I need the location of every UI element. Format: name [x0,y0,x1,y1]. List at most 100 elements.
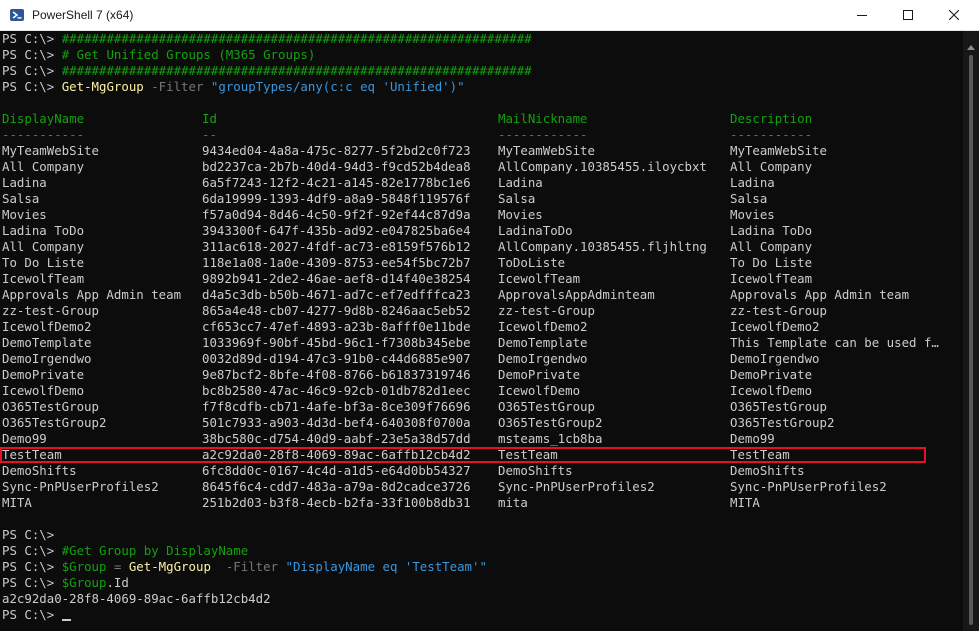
table-row: O365TestGroup f7f8cdfb-cb71-4afe-bf3a-8ce… [2,399,962,415]
table-cell: O365TestGroup2 [2,415,107,430]
table-cell: cf653cc7-47ef-4893-a23b-8afff0e11bde [202,319,471,334]
prompt: PS C:\> [2,607,62,622]
table-cell: Ladina ToDo [2,223,85,238]
table-cell: zz-test-Group [730,303,827,318]
table-cell: MyTeamWebSite [498,143,595,158]
prompt: PS C:\> [2,559,62,574]
prompt-line: PS C:\> Get-MgGroup -Filter "groupTypes/… [2,79,465,95]
table-row: DemoShifts 6fc8dd0c-0167-4c4d-a1d5-e64d0b… [2,463,962,479]
table-cell: DemoIrgendwo [730,351,820,366]
table-cell: O365TestGroup [730,399,827,414]
table-row: DemoIrgendwo 0032d89d-d194-47c3-91b0-c44d… [2,351,962,367]
operator-text: = [106,559,129,574]
parameter-text: -Filter [210,559,279,574]
table-row: Sync-PnPUserProfiles2 8645f6c4-cdd7-483a-… [2,479,962,495]
scroll-up-icon[interactable] [967,45,975,50]
table-cell: DemoTemplate [2,335,92,350]
table-cell: 6a5f7243-12f2-4c21-a145-82e1778bc1e6 [202,175,471,190]
table-cell: TestTeam [2,447,62,462]
column-underline: -- [202,127,217,142]
table-cell: Movies [2,207,47,222]
table-cell: d4a5c3db-b50b-4671-ad7c-ef7edfffca23 [202,287,471,302]
variable-text: $Group [61,559,107,574]
column-header: DisplayName [2,111,85,126]
comment-text: #Get Group by DisplayName [61,543,249,558]
table-cell: zz-test-Group [2,303,99,318]
table-cell: DemoShifts [730,463,805,478]
table-cell: f7f8cdfb-cb71-4afe-bf3a-8ce309f76696 [202,399,471,414]
prompt-line: PS C:\> # Get Unified Groups (M365 Group… [2,47,315,63]
table-row: Ladina 6a5f7243-12f2-4c21-a145-82e1778bc1… [2,175,962,191]
minimize-icon [857,15,867,16]
table-row: DemoPrivate 9e87bcf2-8bfe-4f08-8766-b6183… [2,367,962,383]
terminal-output[interactable]: PS C:\> ################################… [0,31,963,631]
table-cell: 311ac618-2027-4fdf-ac73-e8159f576b12 [202,239,471,254]
maximize-button[interactable] [885,0,931,30]
table-cell: TestTeam [730,447,790,462]
parameter-text: -Filter [151,79,204,94]
table-cell: Salsa [2,191,40,206]
table-cell: MyTeamWebSite [2,143,99,158]
table-cell: DemoPrivate [730,367,813,382]
table-cell: O365TestGroup [498,399,595,414]
text-cursor [61,619,71,621]
table-cell: Ladina [2,175,47,190]
table-cell: IcewolfTeam [730,271,813,286]
prompt-line[interactable]: PS C:\> [2,607,71,623]
table-row: MyTeamWebSite 9434ed04-4a8a-475c-8277-5f2… [2,143,962,159]
scrollbar-thumb[interactable] [969,55,973,625]
scrollbar[interactable] [963,31,979,631]
output-line: a2c92da0-28f8-4069-89ac-6affb12cb4d2 [2,591,271,606]
table-cell: a2c92da0-28f8-4069-89ac-6affb12cb4d2 [202,447,471,462]
table-cell: IcewolfDemo2 [730,319,820,334]
table-cell: 6fc8dd0c-0167-4c4d-a1d5-e64d0bb54327 [202,463,471,478]
table-cell: MITA [730,495,760,510]
prompt: PS C:\> [2,47,62,62]
close-icon [949,10,959,20]
table-cell: Demo99 [2,431,47,446]
column-header: MailNickname [498,111,588,126]
table-cell: Ladina [498,175,543,190]
table-cell: IcewolfDemo2 [2,319,92,334]
table-cell: ApprovalsAppAdminteam [498,287,655,302]
prompt: PS C:\> [2,63,62,78]
table-row: Demo99 38bc580c-d754-40d9-aabf-23e5a38d57… [2,431,962,447]
table-cell: 3943300f-647f-435b-ad92-e047825ba6e4 [202,223,471,238]
table-cell: AllCompany.10385455.iloycbxt [498,159,707,174]
string-text: "groupTypes/any(c:c eq 'Unified')" [210,79,465,94]
column-underline: ----------- [730,127,813,142]
comment-text: ########################################… [61,63,532,78]
table-row: IcewolfDemo2 cf653cc7-47ef-4893-a23b-8aff… [2,319,962,335]
close-button[interactable] [931,0,977,30]
table-cell: 118e1a08-1a0e-4309-8753-ee54f5bc72b7 [202,255,471,270]
minimize-button[interactable] [839,0,885,30]
table-header: DisplayName Id MailNickname Description [2,111,942,127]
table-cell: bd2237ca-2b7b-40d4-94d3-f9cd52b4dea8 [202,159,471,174]
column-header: Description [730,111,813,126]
table-header-underline: ----------- -- ------------ ----------- [2,127,942,143]
powershell-icon [10,9,24,21]
table-cell: 38bc580c-d754-40d9-aabf-23e5a38d57dd [202,431,471,446]
property-text: .Id [106,575,129,590]
column-header: Id [202,111,217,126]
table-row: All Company bd2237ca-2b7b-40d4-94d3-f9cd5… [2,159,962,175]
table-cell: Sync-PnPUserProfiles2 [2,479,159,494]
table-row: Movies f57a0d94-8d46-4c50-9f2f-92ef44c87d… [2,207,962,223]
table-row: O365TestGroup2 501c7933-a903-4d3d-bef4-64… [2,415,962,431]
comment-text: # Get Unified Groups (M365 Groups) [61,47,316,62]
table-row: MITA 251b2d03-b3f8-4ecb-b2fa-33f100b8db31… [2,495,962,511]
window-title: PowerShell 7 (x64) [32,8,134,22]
table-row: IcewolfTeam 9892b941-2de2-46ae-aef8-d14f4… [2,271,962,287]
title-bar[interactable]: PowerShell 7 (x64) [0,0,979,31]
powershell-window: PowerShell 7 (x64) PS C:\> #############… [0,0,979,631]
table-cell: All Company [2,239,85,254]
table-cell: TestTeam [498,447,558,462]
table-cell: 9e87bcf2-8bfe-4f08-8766-b61837319746 [202,367,471,382]
table-cell: DemoIrgendwo [498,351,588,366]
table-cell: 1033969f-90bf-45bd-96c1-f7308b345ebe [202,335,471,350]
table-cell: DemoPrivate [2,367,85,382]
table-cell: 9434ed04-4a8a-475c-8277-5f2bd2c0f723 [202,143,471,158]
prompt: PS C:\> [2,79,62,94]
table-cell: Ladina [730,175,775,190]
table-cell: O365TestGroup2 [730,415,835,430]
